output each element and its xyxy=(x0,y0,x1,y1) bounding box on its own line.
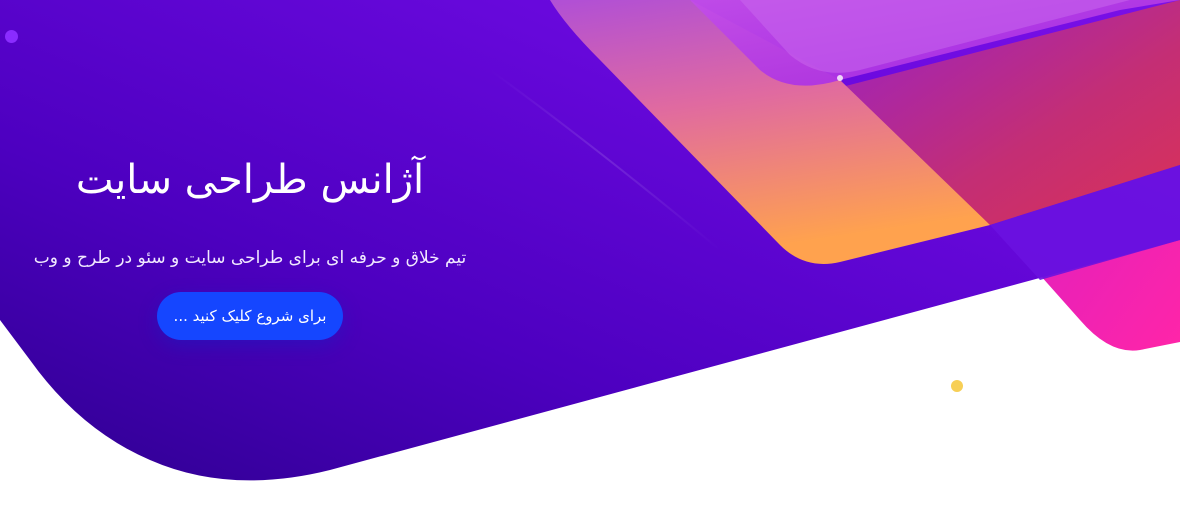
hero-subtitle: تیم خلاق و حرفه ای برای طراحی سایت و سئو… xyxy=(33,248,467,268)
sparkle-icon xyxy=(837,75,843,81)
hero-title: آژانس طراحی سایت xyxy=(75,157,425,203)
hero-banner: آژانس طراحی سایت تیم خلاق و حرفه ای برای… xyxy=(0,0,1180,527)
start-button[interactable]: برای شروع کلیک کنید ... xyxy=(157,292,343,340)
hero-content: آژانس طراحی سایت تیم خلاق و حرفه ای برای… xyxy=(0,0,500,527)
decor-dot-yellow xyxy=(951,380,963,392)
